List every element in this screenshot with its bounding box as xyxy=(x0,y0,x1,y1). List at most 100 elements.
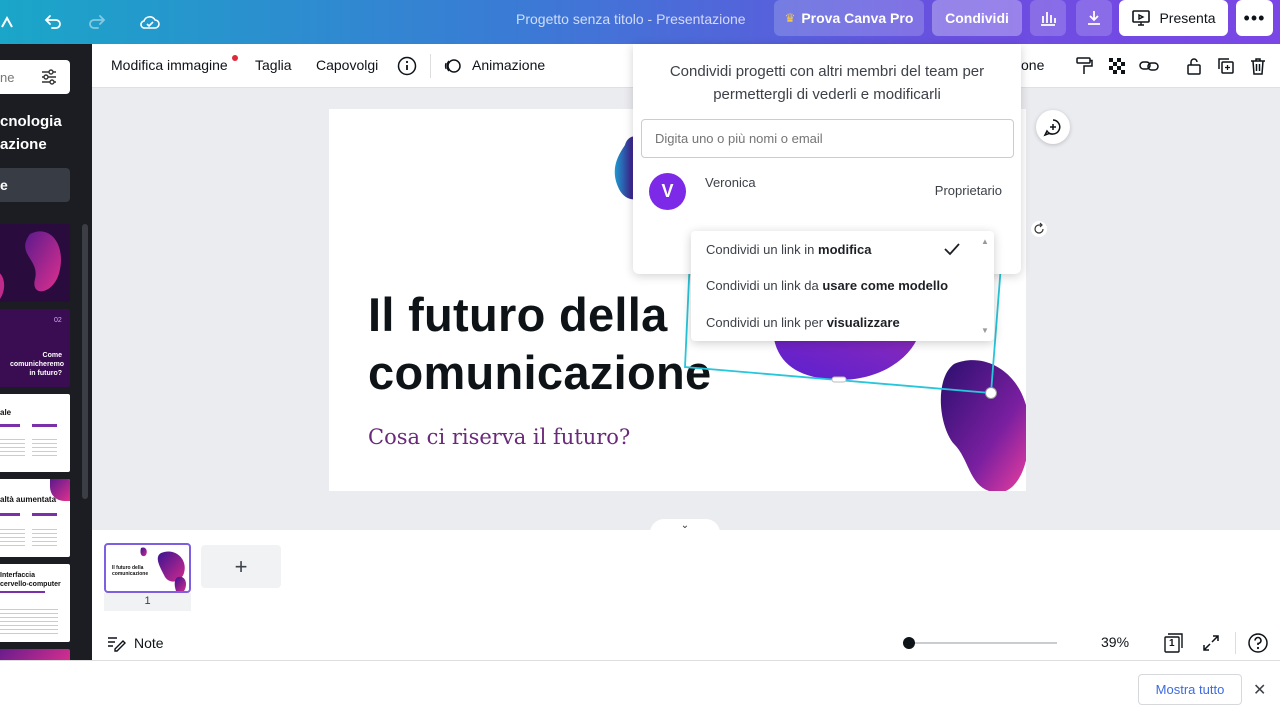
undo-icon[interactable] xyxy=(38,7,68,37)
link-option-edit[interactable]: Condividi un link in modifica xyxy=(706,242,871,257)
page-thumb-title: Il futuro della comunicazione xyxy=(112,565,149,577)
present-label: Presenta xyxy=(1159,10,1216,26)
link-option-template[interactable]: Condividi un link da usare come modello xyxy=(706,278,948,293)
add-page-button[interactable]: + xyxy=(201,545,281,588)
scroll-down-arrow-icon[interactable]: ▼ xyxy=(981,326,989,335)
filter-icon[interactable] xyxy=(40,68,58,86)
thumb5-title-line2: cervello-computer xyxy=(0,581,61,588)
zoom-slider[interactable] xyxy=(904,642,1057,644)
bar-chart-icon xyxy=(1041,12,1056,26)
template-search-input[interactable]: ne xyxy=(0,60,70,94)
use-template-button[interactable]: e xyxy=(0,168,70,202)
side-panel: ne cnologia azione e 02 Come comunichere… xyxy=(0,44,92,660)
present-icon xyxy=(1132,10,1151,26)
thumb3-title: ale xyxy=(0,408,12,417)
help-button[interactable] xyxy=(1247,632,1269,654)
template-title-line2: azione xyxy=(0,136,47,153)
thumb2-text: Come comunicheremo in futuro? xyxy=(10,352,65,377)
notes-icon xyxy=(108,637,126,652)
redo-icon[interactable] xyxy=(82,7,112,37)
template-page-thumb-2[interactable]: 02 Come comunicheremo in futuro? xyxy=(0,309,70,387)
template-page-thumb-1[interactable] xyxy=(0,224,70,302)
download-button[interactable] xyxy=(1076,0,1112,36)
link-access-dropdown: Condividi un link in modifica Condividi … xyxy=(691,231,994,341)
crown-icon: ♛ xyxy=(784,11,796,25)
link-option-template-prefix: Condividi un link da xyxy=(706,278,823,293)
rotate-button[interactable] xyxy=(1031,221,1047,237)
thumb5-title-line1: Interfaccia xyxy=(0,572,36,579)
template-page-thumb-6[interactable] xyxy=(0,649,70,660)
notes-label: Note xyxy=(134,635,164,651)
page-count-button[interactable]: 1 xyxy=(1163,632,1185,654)
link-option-template-bold: usare come modello xyxy=(822,278,949,293)
page-thumbnail[interactable]: Il futuro della comunicazione xyxy=(104,543,191,593)
link-option-view-prefix: Condividi un link per xyxy=(706,315,827,330)
rotate-icon xyxy=(1034,222,1044,234)
present-button[interactable]: Presenta xyxy=(1119,0,1228,36)
thumb4-title: altà aumentata xyxy=(0,495,57,504)
thumb2-number: 02 xyxy=(54,317,62,324)
template-page-thumb-4[interactable]: altà aumentata xyxy=(0,479,70,557)
search-placeholder: ne xyxy=(0,69,15,85)
zoom-value[interactable]: 39% xyxy=(1101,634,1129,650)
scroll-up-arrow-icon[interactable]: ▲ xyxy=(981,237,989,246)
template-page-thumb-5[interactable]: Interfaccia cervello-computer xyxy=(0,564,70,642)
toolbar-divider xyxy=(430,54,431,78)
project-title[interactable]: Progetto senza titolo - Presentazione xyxy=(516,11,746,27)
position-button[interactable]: one xyxy=(1021,57,1044,73)
collapse-pages-handle[interactable]: ⌄ xyxy=(650,519,720,533)
canvas-vertical-scrollbar[interactable] xyxy=(1267,88,1279,508)
page-number: 1 xyxy=(104,593,191,611)
lock-icon[interactable] xyxy=(1182,54,1206,78)
link-option-edit-prefix: Condividi un link in xyxy=(706,242,819,257)
insights-button[interactable] xyxy=(1030,0,1066,36)
edit-image-button[interactable]: Modifica immagine xyxy=(111,57,228,73)
show-all-button[interactable]: Mostra tutto xyxy=(1138,674,1242,705)
more-dots-icon: ••• xyxy=(1243,8,1266,28)
template-page-thumb-3[interactable]: ale xyxy=(0,394,70,472)
home-icon[interactable] xyxy=(0,7,22,37)
paint-roller-icon[interactable] xyxy=(1072,54,1096,78)
template-title-line1: cnologia xyxy=(0,113,62,130)
notes-button[interactable]: Note xyxy=(106,634,164,652)
chevron-down-icon: ⌄ xyxy=(680,520,690,531)
slide-subtitle[interactable]: Cosa ci riserva il futuro? xyxy=(368,425,630,449)
notification-bar xyxy=(0,660,1280,720)
side-panel-scrollbar[interactable] xyxy=(82,224,88,499)
flip-button[interactable]: Capovolgi xyxy=(316,57,378,73)
page-count: 1 xyxy=(1169,638,1175,649)
check-icon xyxy=(943,241,961,262)
link-option-view[interactable]: Condividi un link per visualizzare xyxy=(706,315,900,330)
animation-icon[interactable] xyxy=(441,54,465,78)
close-icon[interactable]: ✕ xyxy=(1253,680,1266,700)
add-comment-button[interactable] xyxy=(1036,110,1070,144)
transparency-icon[interactable] xyxy=(1105,54,1129,78)
share-button[interactable]: Condividi xyxy=(932,0,1022,36)
animation-button[interactable]: Animazione xyxy=(472,57,545,73)
plus-icon: + xyxy=(234,553,248,579)
bottom-divider xyxy=(1235,632,1236,654)
download-icon xyxy=(1088,11,1100,25)
more-options-button[interactable]: ••• xyxy=(1236,0,1273,36)
info-icon[interactable] xyxy=(395,54,419,78)
zoom-slider-handle[interactable] xyxy=(902,637,915,649)
notification-dot xyxy=(232,55,238,61)
try-pro-label: Prova Canva Pro xyxy=(801,10,914,26)
duplicate-icon[interactable] xyxy=(1214,54,1238,78)
slide-title-line1: Il futuro della xyxy=(368,288,668,341)
try-pro-button[interactable]: ♛ Prova Canva Pro xyxy=(774,0,924,36)
owner-role: Proprietario xyxy=(934,183,1002,198)
top-bar: Progetto senza titolo - Presentazione ♛ … xyxy=(0,0,1280,44)
link-option-edit-bold: modifica xyxy=(818,242,872,257)
expand-icon xyxy=(1203,635,1219,651)
share-email-input[interactable] xyxy=(641,119,1014,158)
crop-button[interactable]: Taglia xyxy=(255,57,292,73)
template-title: cnologia azione xyxy=(0,110,62,156)
fullscreen-button[interactable] xyxy=(1201,633,1221,653)
selection-resize-handle[interactable] xyxy=(985,387,997,399)
slide-title[interactable]: Il futuro della comunicazione xyxy=(368,286,711,402)
cloud-save-icon[interactable] xyxy=(135,7,165,37)
owner-name: Veronica xyxy=(705,175,756,190)
trash-icon[interactable] xyxy=(1246,54,1270,78)
link-icon[interactable] xyxy=(1137,54,1161,78)
